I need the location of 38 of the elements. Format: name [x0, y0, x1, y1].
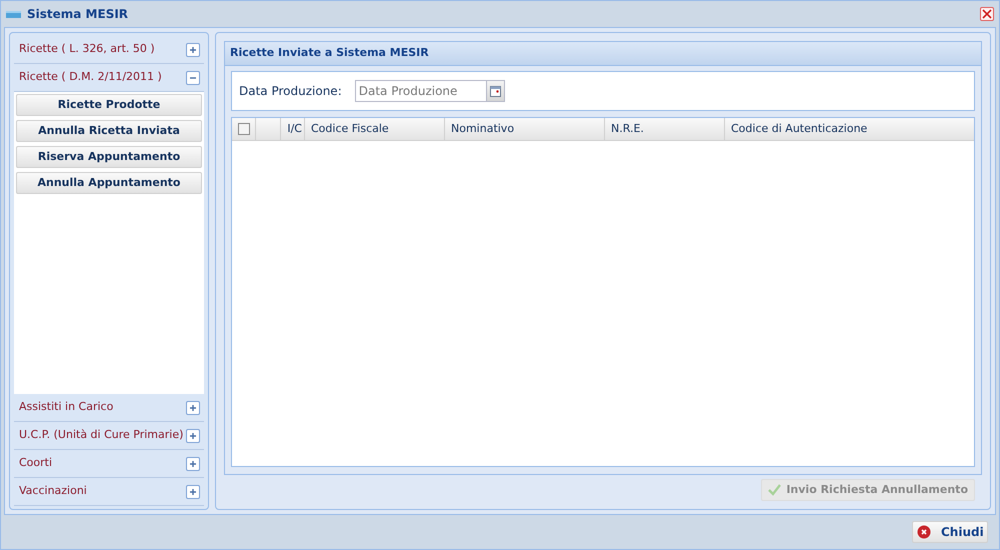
section-label: Vaccinazioni	[19, 483, 87, 500]
expand-icon[interactable]	[186, 400, 200, 414]
menu-button[interactable]: Annulla Appuntamento	[16, 172, 202, 194]
menu-button[interactable]: Riserva Appuntamento	[16, 146, 202, 168]
select-all-checkbox[interactable]	[238, 123, 250, 135]
section-label: Ricette ( D.M. 2/11/2011 )	[19, 69, 162, 86]
section-label: Assistiti in Carico	[19, 399, 114, 416]
expand-icon[interactable]	[186, 428, 200, 442]
expand-icon[interactable]	[186, 456, 200, 470]
accordion-header[interactable]: U.C.P. (Unità di Cure Primarie)	[14, 422, 204, 450]
window-icon	[6, 10, 21, 18]
collapse-icon[interactable]	[186, 70, 200, 84]
cancel-icon	[917, 525, 931, 539]
section-label: Ricette ( L. 326, art. 50 )	[19, 41, 155, 58]
accordion-header[interactable]: Ricette ( L. 326, art. 50 )	[14, 36, 204, 64]
section-label: U.C.P. (Unità di Cure Primarie)	[19, 427, 184, 444]
column-header[interactable]: Codice Fiscale	[305, 118, 445, 140]
menu-button[interactable]: Annulla Ricetta Inviata	[16, 120, 202, 142]
accordion-header[interactable]: Assistiti in Carico	[14, 394, 204, 422]
column-header[interactable]: N.R.E.	[605, 118, 725, 140]
panel-title: Ricette Inviate a Sistema MESIR	[230, 45, 429, 62]
close-button[interactable]: Chiudi	[912, 521, 988, 543]
column-header[interactable]: Codice di Autenticazione	[725, 118, 974, 140]
calendar-button[interactable]	[486, 80, 505, 102]
expand-icon[interactable]	[186, 484, 200, 498]
accordion-header[interactable]: Coorti	[14, 450, 204, 478]
column-header[interactable]: I/C	[281, 118, 305, 140]
window-title: Sistema MESIR	[27, 6, 128, 23]
close-icon[interactable]	[980, 7, 994, 21]
calendar-icon	[490, 86, 501, 96]
accordion-header[interactable]: Vaccinazioni	[14, 478, 204, 506]
date-field[interactable]: Data Produzione	[354, 80, 487, 102]
expand-icon[interactable]	[186, 42, 200, 56]
column-header[interactable]: Nominativo	[445, 118, 605, 140]
menu-button[interactable]: Ricette Prodotte	[16, 94, 202, 116]
field-label: Data Produzione:	[239, 83, 342, 100]
check-icon	[768, 484, 782, 496]
section-label: Coorti	[19, 455, 52, 472]
